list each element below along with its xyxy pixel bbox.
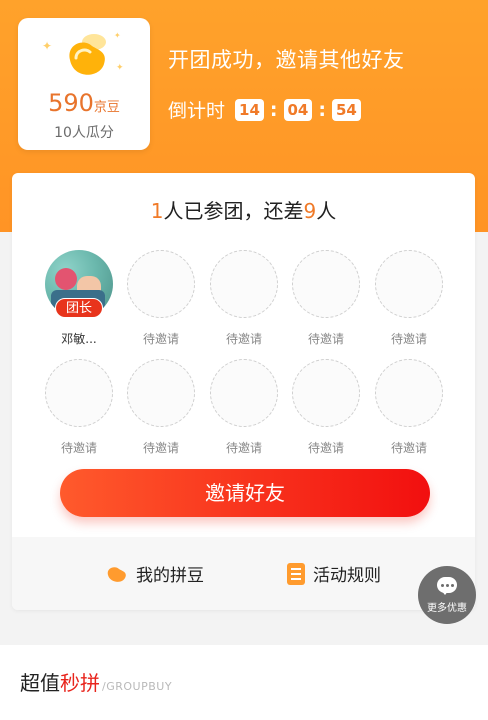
bean-icon (69, 34, 106, 75)
more-deals-button[interactable]: 更多优惠 (418, 566, 476, 624)
avatar-detail (55, 268, 77, 290)
invite-friends-button[interactable]: 邀请好友 (60, 469, 430, 517)
empty-member-slot[interactable] (210, 250, 278, 318)
group-status-title: 1人已参团，还差9人 (12, 195, 475, 224)
leader-name: 邓敏... (61, 332, 97, 346)
joined-text: 人已参团，还差 (163, 199, 304, 223)
rules-link[interactable]: 活动规则 (287, 561, 381, 586)
more-deals-label: 更多优惠 (427, 603, 467, 614)
groupbuy-section: 超值秒拼/GROUPBUY (0, 645, 488, 720)
sparkle-icon: ✦ (42, 39, 53, 53)
bean-icon (107, 566, 126, 582)
reward-split-text: 10人瓜分 (54, 125, 114, 141)
empty-member-slot[interactable] (127, 359, 195, 427)
empty-member-slot[interactable] (292, 359, 360, 427)
countdown-hours: 14 (235, 98, 264, 121)
panel-footer: 我的拼豆 活动规则 (12, 537, 475, 610)
remaining-text: 人 (316, 199, 337, 223)
countdown-separator: : (269, 98, 278, 121)
page-title: 开团成功，邀请其他好友 (168, 48, 405, 72)
reward-amount: 590京豆 (18, 88, 150, 123)
my-beans-link[interactable]: 我的拼豆 (106, 561, 204, 586)
slot-label: 待邀请 (142, 441, 179, 455)
sparkle-icon: ✦ (116, 63, 124, 73)
countdown-separator: : (318, 98, 326, 121)
slot-label: 待邀请 (390, 441, 427, 455)
countdown-label: 倒计时 (168, 100, 226, 122)
section-title: 超值秒拼/GROUPBUY (20, 667, 172, 696)
slot-label: 待邀请 (307, 332, 344, 346)
reward-unit: 京豆 (93, 100, 120, 115)
remaining-count: 9 (303, 199, 317, 223)
reward-number: 590 (48, 89, 94, 117)
rules-icon (287, 562, 305, 585)
rules-label: 活动规则 (313, 566, 381, 586)
slot-label: 待邀请 (307, 441, 344, 455)
countdown: 倒计时 14 : 04 : 54 (168, 96, 361, 123)
empty-member-slot[interactable] (45, 359, 113, 427)
empty-member-slot[interactable] (127, 250, 195, 318)
section-title-part2: 秒拼 (60, 671, 100, 695)
slot-label: 待邀请 (225, 332, 262, 346)
countdown-seconds: 54 (331, 98, 361, 121)
joined-count: 1 (150, 199, 164, 223)
sparkle-icon: ✦ (114, 31, 121, 40)
reward-card: ✦ ✦ ✦ 590京豆 10人瓜分 (18, 18, 150, 150)
section-title-part1: 超值 (20, 671, 60, 695)
empty-member-slot[interactable] (210, 359, 278, 427)
slot-label: 待邀请 (142, 332, 179, 346)
my-beans-label: 我的拼豆 (136, 566, 204, 586)
slot-label: 待邀请 (390, 332, 427, 346)
empty-member-slot[interactable] (375, 250, 443, 318)
chat-bubble-icon (437, 577, 457, 595)
empty-member-slot[interactable] (292, 250, 360, 318)
slot-label: 待邀请 (60, 441, 97, 455)
section-title-english: /GROUPBUY (102, 680, 173, 693)
leader-badge: 团长 (55, 298, 103, 318)
slot-label: 待邀请 (225, 441, 262, 455)
group-panel: 1人已参团，还差9人 团长 邓敏... 待邀请 待邀请 待邀请 待邀请 待邀请 … (12, 173, 475, 610)
countdown-minutes: 04 (283, 98, 313, 121)
empty-member-slot[interactable] (375, 359, 443, 427)
